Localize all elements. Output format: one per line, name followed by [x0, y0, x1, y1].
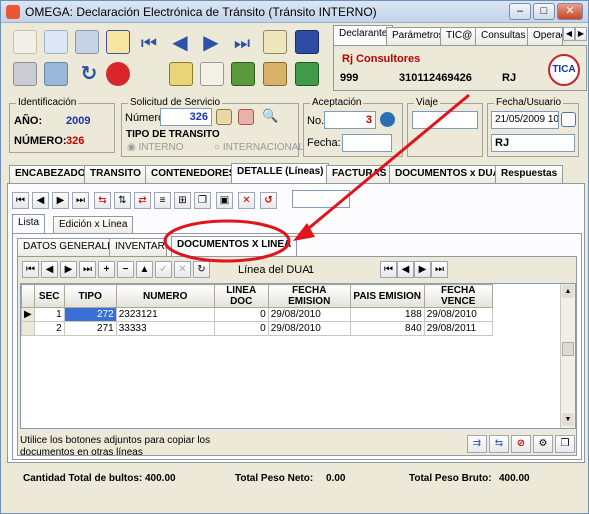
annotation-ellipse	[163, 219, 291, 263]
annotation-overlay	[163, 93, 470, 263]
main-window: OMEGA: Declaración Electrónica de Tránsi…	[0, 0, 589, 514]
annotation-arrow-line	[302, 93, 470, 235]
